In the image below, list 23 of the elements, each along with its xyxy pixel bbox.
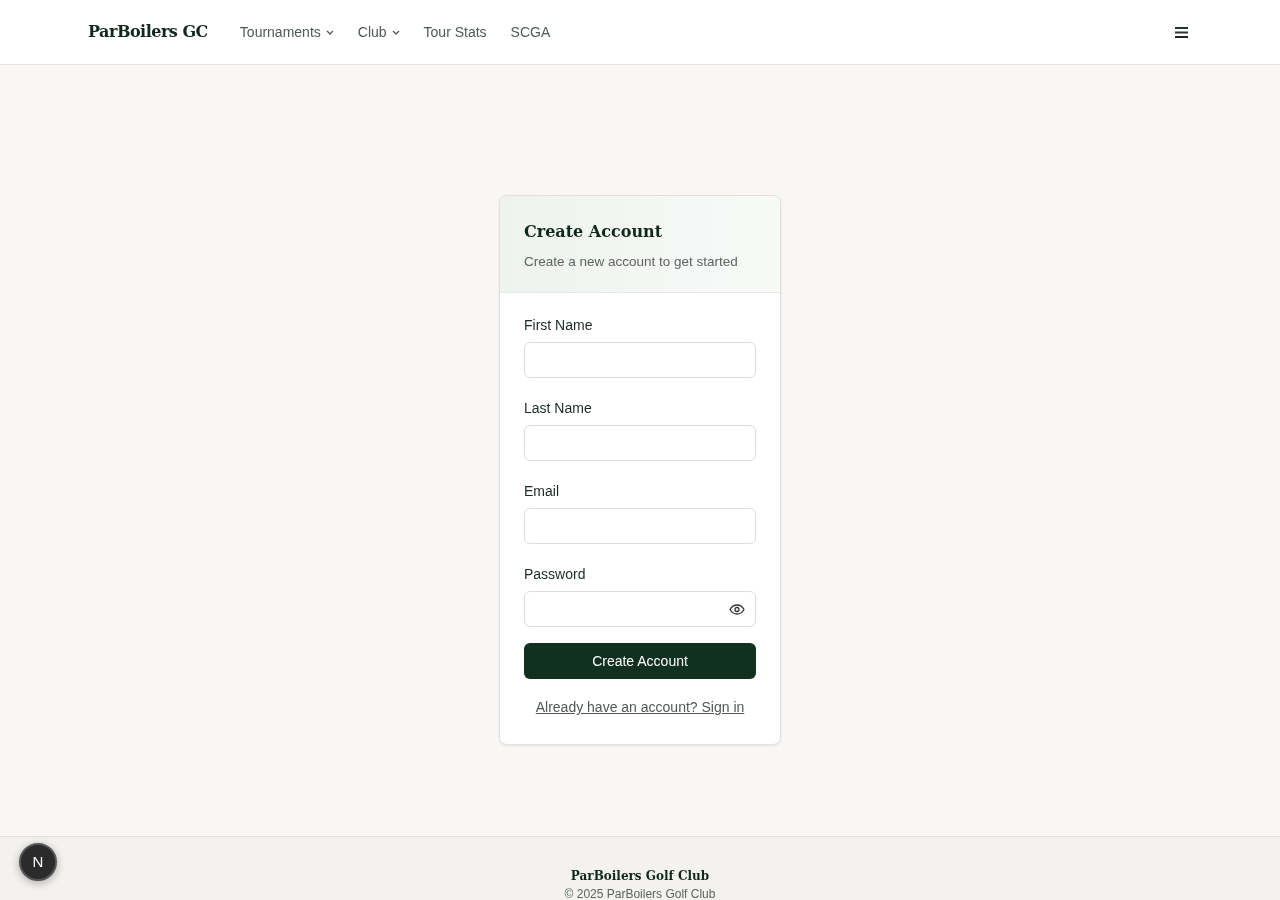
text-field[interactable] <box>524 342 756 379</box>
password-field[interactable] <box>524 591 756 628</box>
card-title: Create Account <box>524 221 664 243</box>
nav-link[interactable]: Tour Stats <box>411 21 499 43</box>
chevron-down-icon <box>391 29 400 35</box>
nav-link[interactable]: SCGA <box>498 21 563 43</box>
create-account-button[interactable]: Create Account <box>524 643 756 680</box>
nav-dropdown[interactable]: Club <box>345 21 412 43</box>
card-subtitle: Create a new account to get started <box>524 253 739 271</box>
menu-icon[interactable] <box>1175 27 1188 39</box>
footer-title: ParBoilers Golf Club <box>570 868 710 885</box>
sign-in-link[interactable]: Already have an account? Sign in <box>524 697 756 719</box>
field-label: First Name <box>524 316 594 336</box>
email-field[interactable] <box>524 508 756 545</box>
eye-icon[interactable] <box>729 603 745 615</box>
chevron-down-icon <box>325 29 334 35</box>
field-label: Last Name <box>524 399 593 419</box>
copyright-text: © 2025 ParBoilers Golf Club <box>564 886 716 900</box>
text-field[interactable] <box>524 425 756 462</box>
field-label: Password <box>524 565 587 585</box>
field-label: Email <box>524 482 560 502</box>
nav-dropdown[interactable]: Tournaments <box>227 21 346 43</box>
brand-logo[interactable]: ParBoilers GC <box>88 20 208 44</box>
